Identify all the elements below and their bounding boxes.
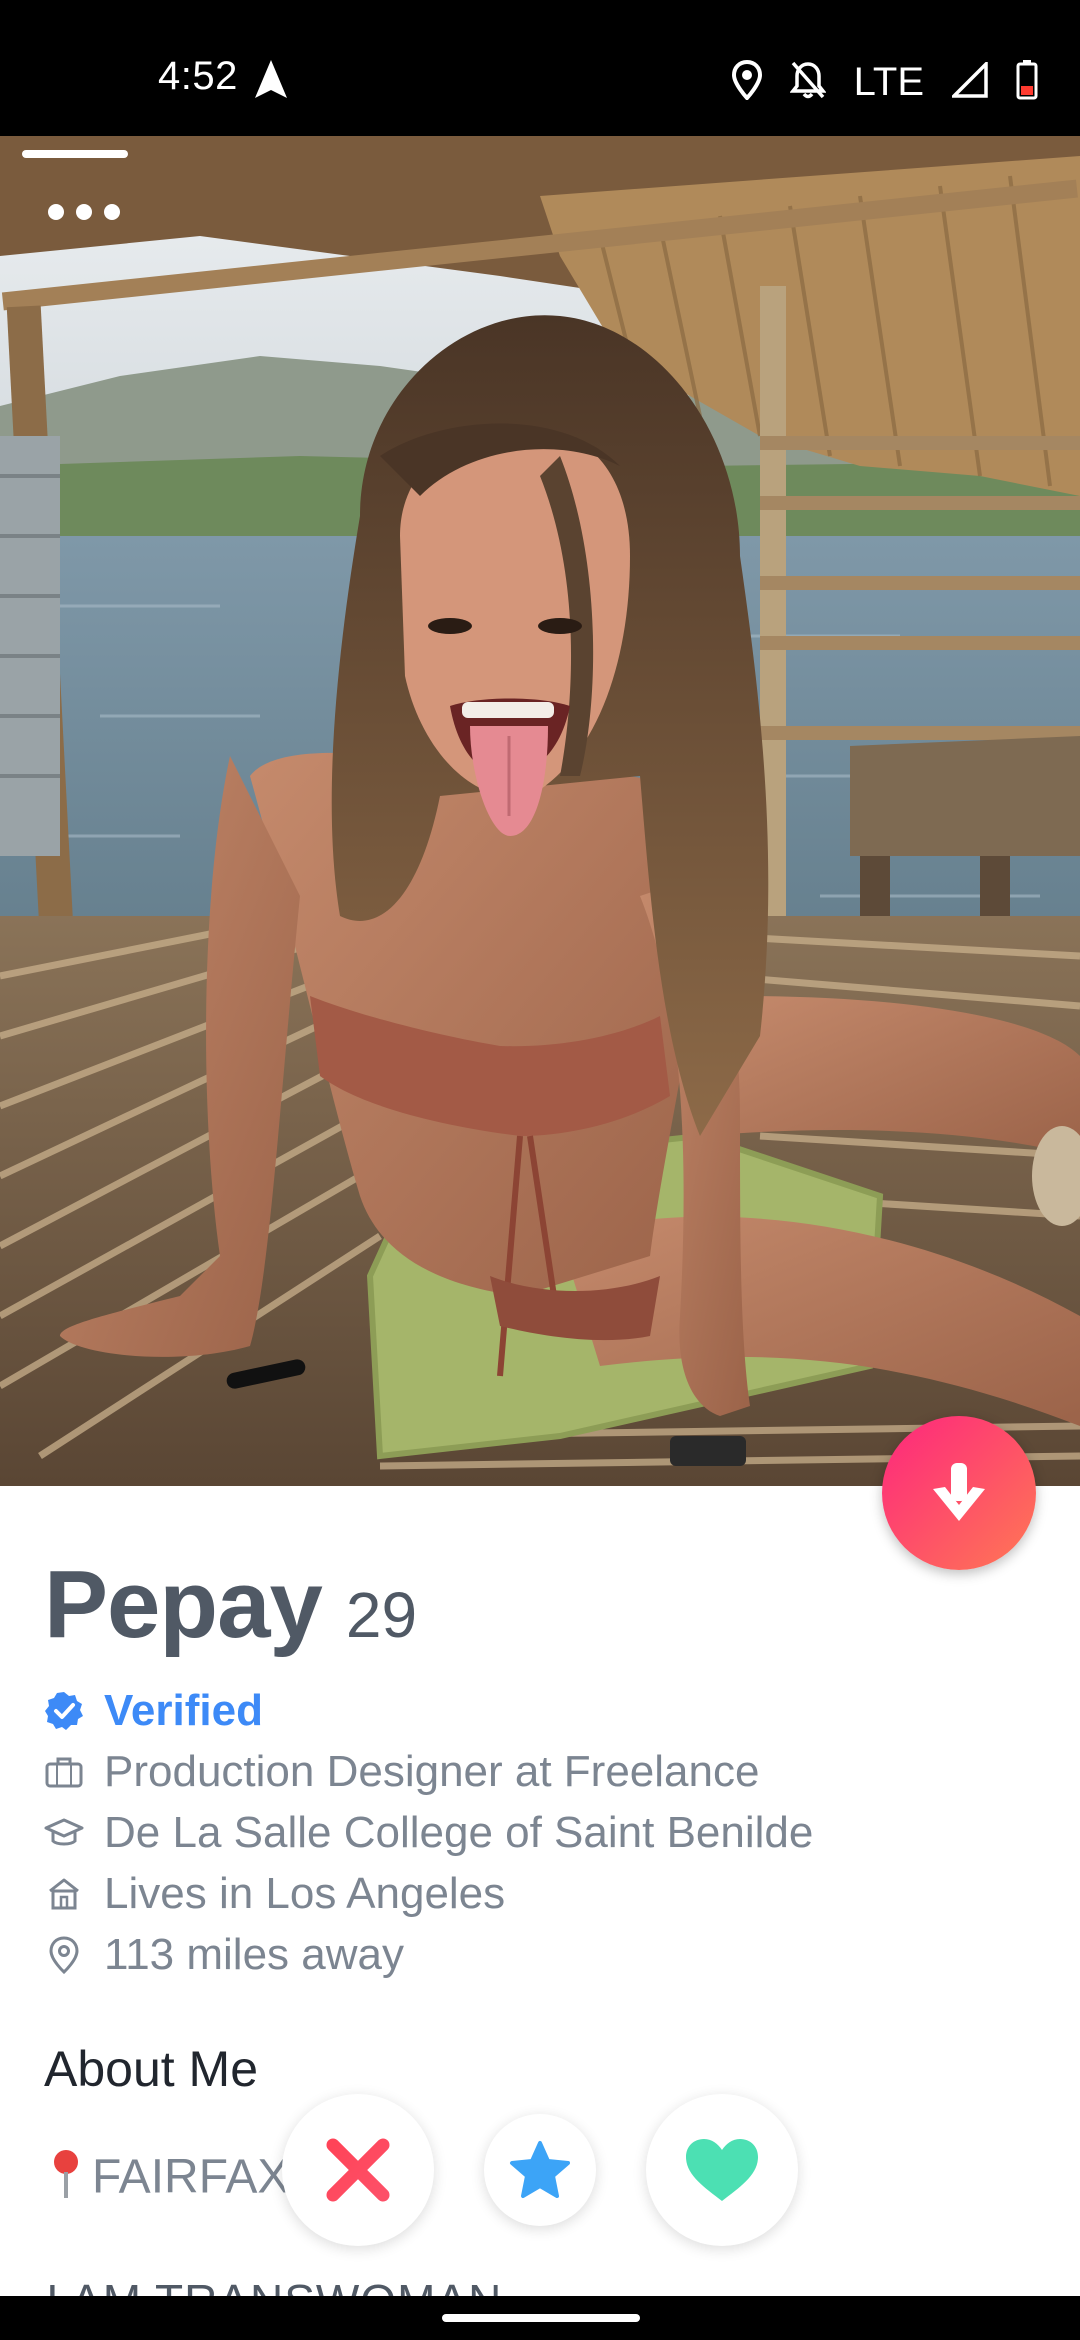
star-icon	[510, 2141, 570, 2198]
status-icons: LTE	[731, 54, 1038, 110]
home-gesture-handle[interactable]	[442, 2314, 640, 2322]
profile-info-list: Verified Production Designer at Freelanc…	[42, 1680, 1042, 1985]
photo-page-indicator	[22, 150, 128, 158]
briefcase-icon	[42, 1750, 86, 1794]
location-icon	[731, 59, 762, 105]
like-button[interactable]	[646, 2094, 798, 2246]
school-row: De La Salle College of Saint Benilde	[42, 1802, 1042, 1863]
heart-icon	[686, 2139, 758, 2201]
signal-icon	[949, 59, 988, 103]
gesture-nav-bar	[0, 2296, 1080, 2340]
job-text: Production Designer at Freelance	[104, 1746, 760, 1796]
graduation-cap-icon	[42, 1811, 86, 1855]
network-type: LTE	[853, 59, 924, 104]
profile-name: Pepay	[44, 1551, 323, 1658]
verified-label: Verified	[104, 1685, 263, 1735]
profile-header: Pepay 29	[44, 1550, 417, 1660]
arrow-down-icon	[933, 1463, 985, 1521]
job-row: Production Designer at Freelance	[42, 1741, 1042, 1802]
navigation-arrow-icon	[255, 60, 287, 103]
about-line1: FAIRFAX	[92, 2150, 290, 2204]
location-pin-icon	[42, 1933, 86, 1977]
super-like-button[interactable]	[484, 2114, 596, 2226]
notifications-off-icon	[788, 60, 827, 105]
distance-row: 113 miles away	[42, 1924, 1042, 1985]
nope-button[interactable]	[282, 2094, 434, 2246]
school-text: De La Salle College of Saint Benilde	[104, 1807, 814, 1857]
status-time: 4:52	[158, 54, 238, 98]
battery-icon	[1016, 59, 1038, 105]
verified-badge-row[interactable]: Verified	[42, 1680, 1042, 1741]
lives-in-text: Lives in Los Angeles	[104, 1868, 506, 1918]
profile-age: 29	[345, 1579, 418, 1651]
distance-text: 113 miles away	[104, 1929, 404, 1979]
profile-photo[interactable]	[0, 136, 1080, 1486]
collapse-profile-button[interactable]	[882, 1416, 1036, 1570]
pushpin-icon	[48, 2148, 84, 2212]
status-bar: 4:52 LTE	[0, 0, 1080, 136]
home-icon	[42, 1872, 86, 1916]
close-icon	[326, 2138, 390, 2202]
more-options-icon[interactable]	[48, 204, 120, 220]
lives-in-row: Lives in Los Angeles	[42, 1863, 1042, 1924]
about-me-heading: About Me	[44, 2041, 259, 2097]
verified-badge-icon	[42, 1689, 86, 1733]
